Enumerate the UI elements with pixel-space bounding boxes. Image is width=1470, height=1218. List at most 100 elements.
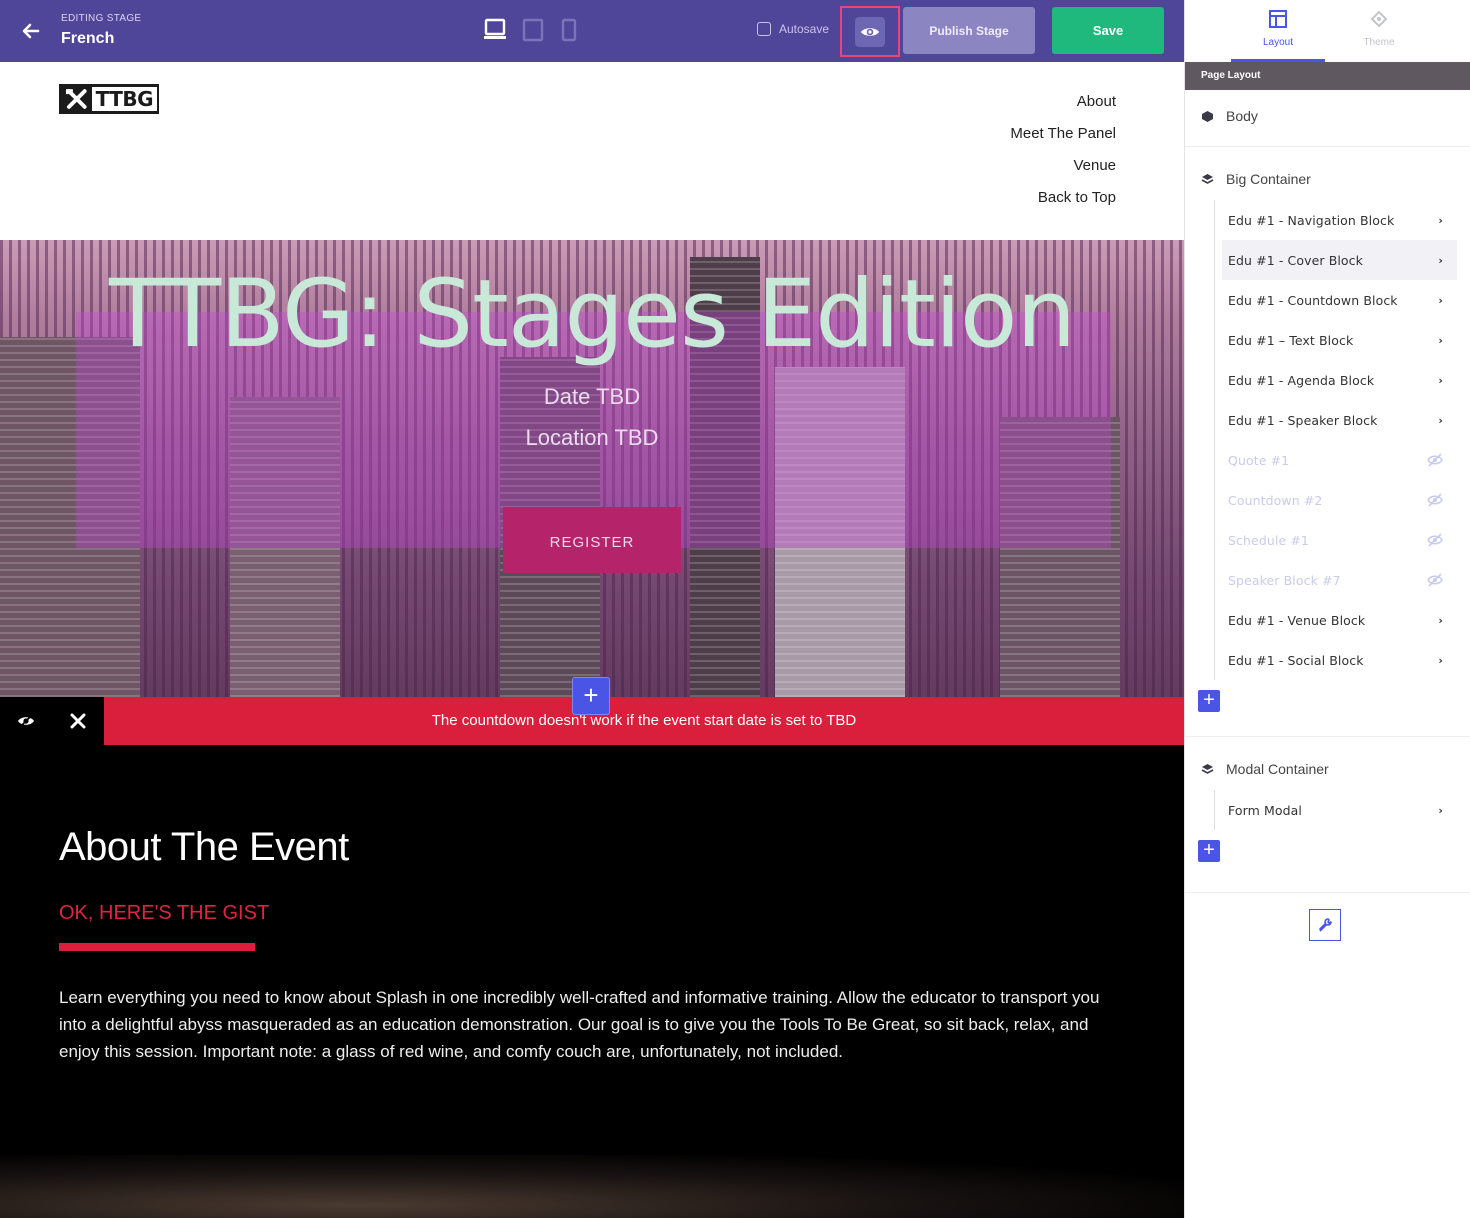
layout-item-label: Form Modal — [1228, 802, 1302, 818]
site-nav-links: About Meet The Panel Venue Back to Top — [1010, 92, 1116, 220]
editor-toolbar: EDITING STAGE French Autosave Publish St… — [0, 0, 1184, 62]
add-block-to-big-container-button[interactable]: + — [1198, 690, 1220, 712]
text-block[interactable]: About The Event OK, HERE'S THE GIST Lear… — [0, 745, 1184, 1155]
layout-item-label: Schedule #1 — [1228, 532, 1309, 548]
block-tools — [0, 697, 104, 745]
desktop-view-icon[interactable] — [484, 18, 506, 42]
save-button[interactable]: Save — [1052, 7, 1164, 54]
add-block-button[interactable]: + — [573, 678, 609, 714]
chevron-right-icon: › — [1438, 253, 1443, 267]
chevron-right-icon: › — [1438, 373, 1443, 387]
nav-link-venue[interactable]: Venue — [1010, 156, 1116, 188]
tab-layout[interactable]: Layout — [1231, 0, 1325, 62]
about-heading: About The Event — [59, 825, 349, 869]
modal-container-row[interactable]: Modal Container — [1201, 761, 1329, 777]
layout-item-hidden[interactable]: Countdown #2 — [1222, 480, 1457, 520]
layout-item-label: Edu #1 - Social Block — [1228, 652, 1364, 668]
cover-title: TTBG: Stages Edition — [108, 260, 1076, 369]
cover-block[interactable]: TTBG: Stages Edition Date TBD Location T… — [0, 240, 1184, 697]
body-row[interactable]: Body — [1201, 108, 1258, 124]
editor-canvas: TTBG About Meet The Panel Venue Back to … — [0, 62, 1184, 1218]
chevron-right-icon: › — [1438, 333, 1443, 347]
nav-link-meet-the-panel[interactable]: Meet The Panel — [1010, 124, 1116, 156]
layout-panel: Layout Theme Page Layout Body Big Contai… — [1184, 0, 1470, 1218]
add-block-to-modal-container-button[interactable]: + — [1198, 840, 1220, 862]
eye-off-icon[interactable] — [1427, 573, 1443, 587]
layout-item[interactable]: Edu #1 - Venue Block › — [1222, 600, 1457, 640]
big-container-row[interactable]: Big Container — [1201, 171, 1311, 187]
separator — [1185, 146, 1470, 147]
nav-link-back-to-top[interactable]: Back to Top — [1010, 188, 1116, 220]
next-block-preview[interactable] — [0, 1155, 1184, 1218]
publish-stage-button[interactable]: Publish Stage — [903, 7, 1035, 54]
nav-link-about[interactable]: About — [1010, 92, 1116, 124]
close-icon[interactable] — [52, 697, 104, 745]
chevron-right-icon: › — [1438, 213, 1443, 227]
layout-item-label: Countdown #2 — [1228, 492, 1323, 508]
layout-item-label: Edu #1 - Agenda Block — [1228, 372, 1375, 388]
layout-item-label: Edu #1 - Navigation Block — [1228, 212, 1395, 228]
layers-icon — [1201, 173, 1214, 184]
eye-off-icon[interactable] — [1427, 453, 1443, 467]
tablet-view-icon[interactable] — [522, 18, 544, 42]
stage-name: French — [61, 30, 115, 47]
site-navigation-block[interactable]: TTBG About Meet The Panel Venue Back to … — [0, 62, 1184, 240]
countdown-warning: The countdown doesn't work if the event … — [104, 697, 1184, 745]
cube-icon — [1202, 110, 1213, 122]
chevron-right-icon: › — [1438, 803, 1443, 817]
layout-item[interactable]: Edu #1 – Text Block › — [1222, 320, 1457, 360]
layout-item[interactable]: Edu #1 - Cover Block › — [1222, 240, 1457, 280]
about-body: Learn everything you need to know about … — [59, 988, 1100, 1061]
layout-item[interactable]: Edu #1 - Agenda Block › — [1222, 360, 1457, 400]
tab-theme[interactable]: Theme — [1332, 0, 1426, 62]
body-label: Body — [1226, 108, 1258, 124]
layers-icon — [1201, 763, 1214, 774]
layout-item-hidden[interactable]: Speaker Block #7 — [1222, 560, 1457, 600]
tree-line — [1214, 790, 1215, 830]
theme-icon — [1370, 10, 1388, 28]
back-arrow-icon[interactable] — [18, 18, 44, 44]
divider — [59, 943, 255, 951]
cover-date: Date TBD — [543, 384, 641, 409]
separator — [1185, 892, 1470, 893]
tab-layout-label: Layout — [1262, 37, 1294, 48]
tree-line — [1214, 200, 1215, 680]
hide-block-icon[interactable] — [0, 697, 52, 745]
cover-location: Location TBD — [525, 425, 659, 450]
layout-item[interactable]: Edu #1 - Countdown Block › — [1222, 280, 1457, 320]
layout-item[interactable]: Edu #1 - Navigation Block › — [1222, 200, 1457, 240]
layout-item-hidden[interactable]: Schedule #1 — [1222, 520, 1457, 560]
tab-theme-label: Theme — [1363, 37, 1395, 48]
layout-item-label: Edu #1 – Text Block — [1228, 332, 1354, 348]
big-container-label: Big Container — [1226, 171, 1311, 187]
layout-item-label: Quote #1 — [1228, 452, 1290, 468]
eye-off-icon[interactable] — [1427, 493, 1443, 507]
chevron-right-icon: › — [1438, 293, 1443, 307]
register-button[interactable]: REGISTER — [503, 507, 681, 573]
layout-icon — [1269, 10, 1287, 28]
eye-icon — [861, 28, 879, 36]
layout-item[interactable]: Edu #1 - Social Block › — [1222, 640, 1457, 680]
layout-item-label: Edu #1 - Venue Block — [1228, 612, 1366, 628]
autosave-toggle[interactable]: Autosave — [757, 22, 829, 36]
layout-item-hidden[interactable]: Quote #1 — [1222, 440, 1457, 480]
eye-off-icon[interactable] — [1427, 533, 1443, 547]
logo-text: TTBG — [91, 87, 157, 111]
chevron-right-icon: › — [1438, 653, 1443, 667]
modal-container-label: Modal Container — [1226, 761, 1329, 777]
layout-item-label: Edu #1 - Cover Block — [1228, 252, 1363, 268]
chevron-right-icon: › — [1438, 613, 1443, 627]
layout-item-label: Speaker Block #7 — [1228, 572, 1341, 588]
separator — [1185, 736, 1470, 737]
stage-caption: EDITING STAGE — [61, 13, 142, 24]
about-subheading: OK, HERE'S THE GIST — [59, 902, 270, 924]
preview-button[interactable] — [855, 17, 885, 47]
site-logo: TTBG — [59, 84, 159, 114]
page-layout-header: Page Layout — [1185, 62, 1470, 90]
layout-item[interactable]: Form Modal › — [1222, 790, 1457, 830]
layout-item[interactable]: Edu #1 - Speaker Block › — [1222, 400, 1457, 440]
mobile-view-icon[interactable] — [561, 18, 577, 42]
wrench-icon[interactable] — [1309, 909, 1341, 941]
autosave-checkbox[interactable] — [757, 22, 771, 36]
layout-item-label: Edu #1 - Speaker Block — [1228, 412, 1378, 428]
